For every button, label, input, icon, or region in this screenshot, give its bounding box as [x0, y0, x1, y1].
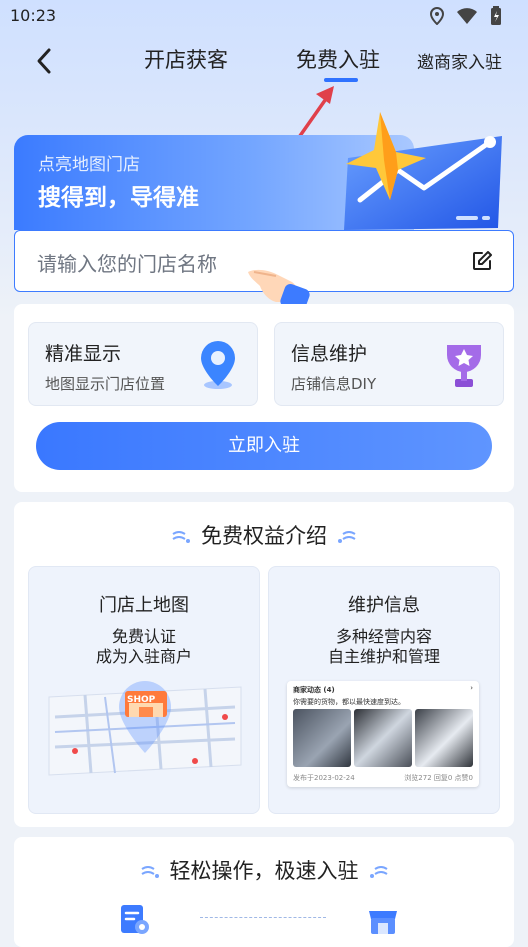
chevron-right-icon: › — [470, 684, 473, 692]
shop-sign-label: SHOP — [127, 695, 156, 705]
step-connector — [200, 917, 326, 918]
feature-precise-display: 精准显示 地图显示门店位置 — [28, 322, 258, 406]
back-arrow-icon[interactable] — [28, 44, 62, 78]
news-photo — [354, 709, 412, 767]
growth-chart-illustration — [344, 112, 502, 230]
news-photo — [293, 709, 351, 767]
news-header: 商家动态 (4) — [293, 686, 335, 694]
trophy-icon — [447, 345, 481, 387]
location-icon — [430, 7, 444, 25]
steps-card: 轻松操作，极速入驻 — [14, 837, 514, 947]
news-stats: 浏览272 回复0 点赞0 — [404, 774, 473, 782]
tab-invite-merchant[interactable]: 邀商家入驻 — [417, 48, 502, 73]
features-card: 精准显示 地图显示门店位置 信息维护 店铺信息DIY 立即入驻 — [14, 304, 514, 492]
feature-title: 信息维护 — [291, 343, 368, 365]
news-photo — [415, 709, 473, 767]
top-nav: 开店获客 免费入驻 邀商家入驻 — [0, 36, 528, 82]
decor-wave-icon — [172, 531, 190, 543]
benefits-heading: 免费权益介绍 — [14, 520, 514, 550]
decor-wave-icon — [140, 866, 159, 878]
store-icon — [369, 911, 397, 934]
steps-heading: 轻松操作，极速入驻 — [14, 855, 514, 885]
benefit-info-maintenance: 维护信息 多种经营内容 自主维护和管理 商家动态 (4) › 你需要的货物，都以… — [268, 566, 500, 814]
benefit-line: 成为入驻商户 — [95, 647, 192, 666]
benefit-line: 自主维护和管理 — [327, 647, 440, 666]
banner-subtitle: 点亮地图门店 — [38, 155, 140, 175]
search-placeholder: 请输入您的门店名称 — [37, 252, 217, 276]
form-icon — [121, 905, 149, 934]
news-description: 你需要的货物，都以最快速度到达。 — [293, 698, 405, 706]
banner-headline: 搜得到，导得准 — [38, 185, 199, 211]
benefit-store-on-map: 门店上地图 免费认证 成为入驻商户 SHOP — [28, 566, 260, 814]
feature-subtitle: 店铺信息DIY — [291, 375, 377, 393]
benefit-title: 门店上地图 — [99, 595, 189, 616]
steps-title: 轻松操作，极速入驻 — [169, 859, 359, 883]
decor-wave-icon — [338, 531, 356, 543]
feature-title: 精准显示 — [45, 343, 122, 365]
tab-free-join[interactable]: 免费入驻 — [296, 44, 380, 74]
news-date: 发布于2023-02-24 — [293, 774, 355, 782]
benefits-card: 免费权益介绍 门店上地图 免费认证 成为入驻商户 SHOP 维护信息 多种经营内… — [14, 502, 514, 827]
tab-open-store[interactable]: 开店获客 — [144, 44, 228, 74]
feature-info-maintenance: 信息维护 店铺信息DIY — [274, 322, 504, 406]
benefits-title: 免费权益介绍 — [201, 524, 327, 548]
status-bar: 10:23 — [0, 0, 528, 32]
battery-icon — [491, 6, 501, 25]
feature-subtitle: 地图显示门店位置 — [45, 375, 166, 393]
merchant-news-preview: 商家动态 (4) › 你需要的货物，都以最快速度到达。 发布于2023-02-2… — [287, 681, 479, 787]
join-now-button[interactable]: 立即入驻 — [36, 422, 492, 470]
wifi-icon — [457, 8, 477, 24]
map-illustration — [48, 681, 242, 776]
location-pin-icon — [201, 341, 235, 389]
edit-icon[interactable] — [471, 250, 493, 272]
benefit-title: 维护信息 — [348, 595, 420, 616]
status-time: 10:23 — [10, 6, 57, 25]
decor-wave-icon — [369, 866, 388, 878]
